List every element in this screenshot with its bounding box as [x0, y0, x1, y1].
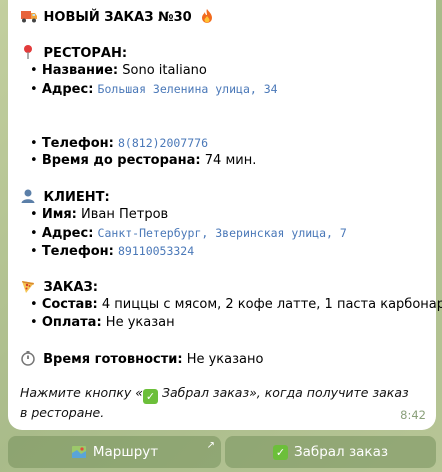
ready-time-value: Не указано: [186, 352, 264, 367]
order-composition-label: Состав:: [41, 297, 98, 312]
restaurant-time-row: • Время до ресторана: 74 мин.: [30, 153, 257, 168]
client-name-label: Имя:: [41, 207, 77, 222]
pizza-icon: [20, 278, 36, 294]
note-prefix: Нажмите кнопку «: [20, 385, 143, 400]
restaurant-address-label: Адрес:: [41, 82, 94, 97]
restaurant-heading: РЕСТОРАН:: [43, 46, 128, 61]
client-address-label: Адрес:: [41, 226, 94, 241]
client-heading-row: КЛИЕНТ:: [20, 188, 424, 206]
restaurant-name-row: • Название: Sono italiano: [30, 63, 207, 78]
order-composition-value: 4 пиццы с мясом, 2 кофе латте, 1 паста к…: [101, 297, 442, 312]
instruction-note: Нажмите кнопку «✓ Забрал заказ», когда п…: [20, 384, 410, 422]
route-button-label: Маршрут: [92, 444, 159, 460]
message-bubble: НОВЫЙ ЗАКАЗ №30 РЕСТОРАН: • Название: So…: [8, 0, 442, 430]
order-payment-row: • Оплата: Не указан: [30, 315, 175, 330]
client-phone-row: • Телефон: 89110053324: [30, 244, 195, 259]
restaurant-phone-row: • Телефон: 8(812)2007776: [30, 136, 209, 151]
restaurant-time-value: 74 мин.: [204, 153, 257, 168]
check-icon: ✓: [143, 389, 158, 404]
client-address-value[interactable]: Санкт-Петербург, Зверинская улица, 7: [98, 226, 347, 240]
truck-icon: [20, 8, 37, 24]
fire-icon: [199, 8, 215, 24]
order-payment-value: Не указан: [105, 315, 175, 330]
message-title: НОВЫЙ ЗАКАЗ №30: [43, 10, 192, 25]
order-composition-row: • Состав: 4 пиццы с мясом, 2 кофе латте,…: [20, 296, 442, 314]
restaurant-address-row: • Адрес: Большая Зеленина улица, 34: [30, 82, 278, 97]
client-phone-link[interactable]: 89110053324: [118, 244, 194, 258]
message-timestamp: 8:42: [400, 408, 426, 422]
map-icon: [71, 444, 87, 460]
route-button[interactable]: Маршрут ↗: [8, 436, 221, 468]
client-phone-label: Телефон:: [41, 244, 114, 259]
ready-time-label: Время готовности:: [43, 352, 183, 367]
client-name-row: • Имя: Иван Петров: [30, 207, 169, 222]
person-icon: [20, 188, 36, 204]
check-icon: ✓: [272, 444, 288, 460]
pin-icon: [20, 44, 36, 60]
restaurant-name-label: Название:: [41, 63, 119, 78]
restaurant-time-label: Время до ресторана:: [41, 153, 201, 168]
restaurant-name-value: Sono italiano: [122, 63, 207, 78]
picked-up-button-label: Забрал заказ: [293, 444, 389, 460]
client-name-value: Иван Петров: [81, 207, 169, 222]
client-address-row: • Адрес: Санкт-Петербург, Зверинская ули…: [30, 226, 347, 241]
stopwatch-icon: [20, 350, 36, 366]
order-heading: ЗАКАЗ:: [43, 280, 98, 295]
client-heading: КЛИЕНТ:: [43, 190, 110, 205]
restaurant-phone-label: Телефон:: [41, 136, 114, 151]
order-payment-label: Оплата:: [41, 315, 102, 330]
restaurant-address-value[interactable]: Большая Зеленина улица, 34: [98, 82, 278, 96]
note-button-name: Забрал заказ: [161, 385, 250, 400]
restaurant-phone-link[interactable]: 8(812)2007776: [118, 136, 208, 150]
picked-up-button[interactable]: ✓ Забрал заказ: [225, 436, 436, 468]
external-link-icon: ↗: [206, 440, 215, 451]
restaurant-heading-row: РЕСТОРАН:: [20, 44, 424, 62]
order-heading-row: ЗАКАЗ:: [20, 278, 424, 296]
ready-time-row: Время готовности: Не указано: [20, 350, 424, 368]
message-title-row: НОВЫЙ ЗАКАЗ №30: [20, 8, 424, 26]
